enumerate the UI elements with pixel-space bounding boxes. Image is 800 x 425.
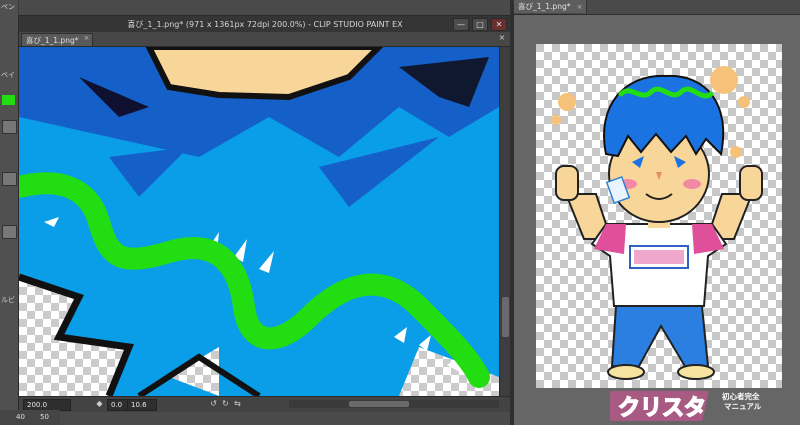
horizontal-scroll-thumb[interactable]: [349, 401, 409, 407]
angle-field[interactable]: 10.6: [127, 399, 157, 411]
watermark-line1: 初心者完全: [722, 392, 760, 401]
maximize-icon[interactable]: □: [472, 18, 488, 31]
bay-label: ベイ: [1, 71, 15, 79]
left-tool-strip: ペン ベイ ルビ: [0, 0, 19, 425]
brush-size-row: 40 50: [0, 410, 60, 425]
navigator-tab-close-icon[interactable]: ×: [577, 3, 583, 11]
status-bar: 200.0 ◆ 0.0 10.6 ↺ ↻ ⇆: [19, 396, 511, 412]
document-tab-label: 喜び_1_1.png*: [26, 35, 79, 45]
watermark-logo: クリスタ: [610, 391, 709, 422]
tool-button[interactable]: [2, 120, 17, 134]
minimize-icon[interactable]: —: [453, 18, 469, 31]
rubi-label: ルビ: [1, 296, 15, 304]
flip-icon[interactable]: ⇆: [233, 399, 242, 408]
watermark-logo-text: クリスタ: [618, 396, 706, 421]
window-title-bar[interactable]: 喜び_1_1.png* (971 x 1361px 72dpi 200.0%) …: [19, 16, 511, 32]
close-icon[interactable]: ✕: [491, 18, 507, 31]
color-swatch-green[interactable]: [2, 95, 15, 105]
rotate-left-icon[interactable]: ↺: [209, 399, 218, 408]
window-title: 喜び_1_1.png* (971 x 1361px 72dpi 200.0%) …: [127, 19, 403, 29]
rotate-right-icon[interactable]: ↻: [221, 399, 230, 408]
canvas-artwork[interactable]: [19, 47, 499, 396]
watermark-line2: マニュアル: [724, 402, 762, 411]
pen-label: ペン: [1, 3, 15, 11]
navigator-tab-label: 喜び_1_1.png*: [518, 2, 571, 11]
tool-button[interactable]: [2, 172, 17, 186]
size-40[interactable]: 40: [16, 413, 25, 421]
navigator-preview[interactable]: [536, 44, 782, 388]
canvas-window: 喜び_1_1.png* (971 x 1361px 72dpi 200.0%) …: [18, 15, 512, 412]
size-50[interactable]: 50: [40, 413, 49, 421]
navigator-tab[interactable]: 喜び_1_1.png* ×: [514, 0, 588, 13]
tab-close-icon[interactable]: ×: [84, 34, 90, 42]
navigator-panel: 喜び_1_1.png* × クリスタ 初心者完全 マニュアル: [514, 0, 800, 425]
zoom-stepper-icon[interactable]: ◆: [95, 399, 104, 408]
navigator-tab-bar: 喜び_1_1.png* ×: [514, 0, 800, 15]
vertical-scroll-thumb[interactable]: [502, 297, 509, 337]
document-tab-bar: 喜び_1_1.png* × ×: [19, 32, 511, 47]
horizontal-scrollbar[interactable]: [289, 400, 499, 408]
tool-button[interactable]: [2, 225, 17, 239]
document-tab[interactable]: 喜び_1_1.png* ×: [21, 33, 94, 46]
tabbar-close-icon[interactable]: ×: [497, 33, 507, 43]
